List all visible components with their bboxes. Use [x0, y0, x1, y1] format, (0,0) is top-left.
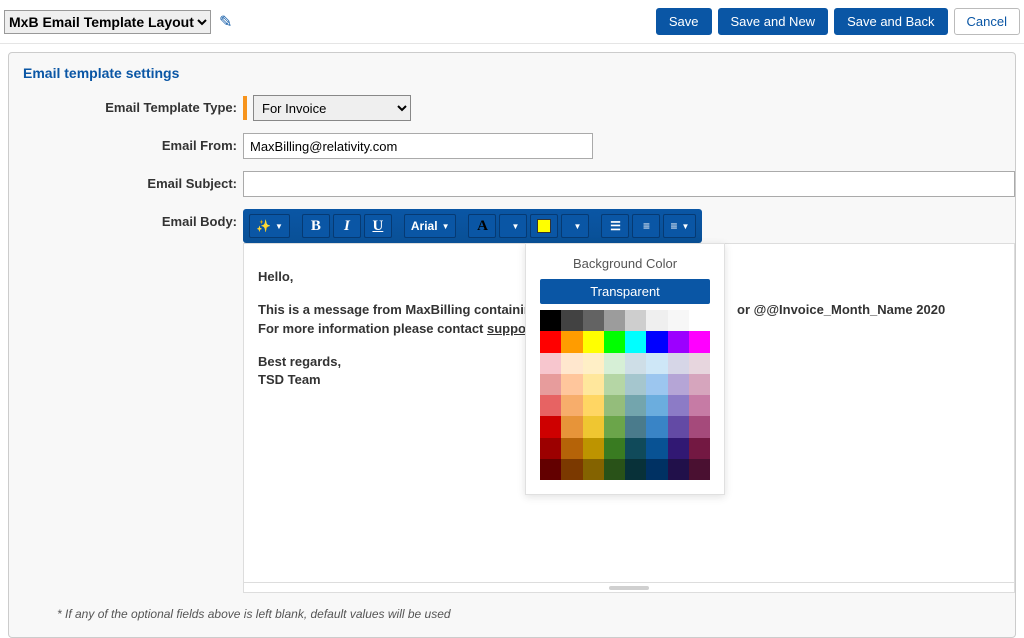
color-swatch[interactable] [646, 416, 667, 437]
color-swatch[interactable] [583, 395, 604, 416]
color-swatch[interactable] [668, 459, 689, 480]
color-swatch[interactable] [625, 310, 646, 331]
template-type-select[interactable]: For Invoice [253, 95, 411, 121]
color-swatch[interactable] [646, 310, 667, 331]
resize-handle[interactable] [243, 583, 1015, 593]
color-swatch[interactable] [689, 353, 710, 374]
color-swatch[interactable] [668, 438, 689, 459]
color-swatch[interactable] [689, 331, 710, 352]
color-swatch[interactable] [689, 310, 710, 331]
color-grid [540, 310, 710, 480]
color-swatch[interactable] [604, 438, 625, 459]
color-swatch[interactable] [540, 331, 561, 352]
email-from-input[interactable] [243, 133, 593, 159]
magic-button[interactable]: ✨▼ [249, 214, 290, 238]
popup-title: Background Color [540, 256, 710, 271]
color-swatch[interactable] [561, 331, 582, 352]
label-email-subject: Email Subject: [23, 171, 243, 191]
color-swatch[interactable] [583, 438, 604, 459]
unordered-list-button[interactable]: ☰ [601, 214, 629, 238]
color-swatch[interactable] [668, 395, 689, 416]
color-swatch[interactable] [540, 416, 561, 437]
bg-color-dropdown[interactable]: ▼ [561, 214, 589, 238]
color-swatch[interactable] [561, 353, 582, 374]
ordered-list-button[interactable]: ≡ [632, 214, 660, 238]
color-swatch[interactable] [583, 416, 604, 437]
color-swatch[interactable] [646, 395, 667, 416]
color-swatch[interactable] [561, 416, 582, 437]
color-swatch[interactable] [540, 438, 561, 459]
color-swatch[interactable] [689, 459, 710, 480]
required-indicator [243, 96, 247, 120]
label-email-from: Email From: [23, 133, 243, 153]
color-swatch[interactable] [625, 353, 646, 374]
color-swatch[interactable] [540, 395, 561, 416]
email-subject-input[interactable] [243, 171, 1015, 197]
color-swatch[interactable] [540, 459, 561, 480]
color-swatch[interactable] [583, 310, 604, 331]
color-swatch[interactable] [646, 438, 667, 459]
font-family-button[interactable]: Arial▼ [404, 214, 457, 238]
bold-button[interactable]: B [302, 214, 330, 238]
color-swatch[interactable] [646, 331, 667, 352]
font-color-dropdown[interactable]: ▼ [499, 214, 527, 238]
color-swatch[interactable] [583, 353, 604, 374]
color-swatch[interactable] [583, 374, 604, 395]
color-swatch[interactable] [625, 438, 646, 459]
color-swatch[interactable] [561, 395, 582, 416]
color-swatch[interactable] [604, 331, 625, 352]
color-swatch[interactable] [625, 416, 646, 437]
color-swatch[interactable] [561, 374, 582, 395]
color-swatch[interactable] [668, 310, 689, 331]
color-swatch[interactable] [540, 310, 561, 331]
layout-select[interactable]: MxB Email Template Layout [4, 10, 211, 34]
color-swatch[interactable] [646, 459, 667, 480]
color-swatch[interactable] [646, 353, 667, 374]
color-swatch[interactable] [625, 331, 646, 352]
editor-toolbar: ✨▼ B I U Arial▼ A ▼ ▼ ☰ ≡ [243, 209, 702, 243]
color-swatch[interactable] [625, 459, 646, 480]
transparent-color-button[interactable]: Transparent [540, 279, 710, 304]
color-swatch[interactable] [561, 438, 582, 459]
color-swatch[interactable] [604, 395, 625, 416]
settings-panel: Email template settings Email Template T… [8, 52, 1016, 638]
color-swatch[interactable] [689, 438, 710, 459]
font-color-button[interactable]: A [468, 214, 496, 238]
color-swatch[interactable] [689, 374, 710, 395]
color-swatch[interactable] [561, 310, 582, 331]
color-swatch[interactable] [625, 395, 646, 416]
color-swatch[interactable] [604, 416, 625, 437]
italic-button[interactable]: I [333, 214, 361, 238]
color-swatch[interactable] [540, 353, 561, 374]
color-swatch[interactable] [604, 459, 625, 480]
save-and-back-button[interactable]: Save and Back [834, 8, 947, 35]
label-email-body: Email Body: [23, 209, 243, 229]
color-swatch[interactable] [668, 331, 689, 352]
color-swatch[interactable] [668, 353, 689, 374]
color-swatch[interactable] [583, 459, 604, 480]
underline-button[interactable]: U [364, 214, 392, 238]
bg-color-button[interactable] [530, 214, 558, 238]
color-swatch[interactable] [540, 374, 561, 395]
color-swatch[interactable] [689, 395, 710, 416]
color-swatch[interactable] [561, 459, 582, 480]
color-swatch[interactable] [668, 416, 689, 437]
background-color-popup: Background Color Transparent [525, 243, 725, 495]
align-button[interactable]: ≡▼ [663, 214, 696, 238]
save-button[interactable]: Save [656, 8, 712, 35]
color-swatch[interactable] [604, 374, 625, 395]
color-swatch[interactable] [668, 374, 689, 395]
cancel-button[interactable]: Cancel [954, 8, 1020, 35]
color-swatch[interactable] [604, 353, 625, 374]
label-template-type: Email Template Type: [23, 95, 243, 115]
save-and-new-button[interactable]: Save and New [718, 8, 829, 35]
color-swatch[interactable] [689, 416, 710, 437]
color-swatch[interactable] [583, 331, 604, 352]
footnote: * If any of the optional fields above is… [57, 607, 1001, 621]
color-swatch[interactable] [625, 374, 646, 395]
color-swatch[interactable] [646, 374, 667, 395]
panel-title: Email template settings [23, 65, 1001, 81]
edit-layout-icon[interactable]: ✎ [219, 12, 232, 32]
color-swatch[interactable] [604, 310, 625, 331]
